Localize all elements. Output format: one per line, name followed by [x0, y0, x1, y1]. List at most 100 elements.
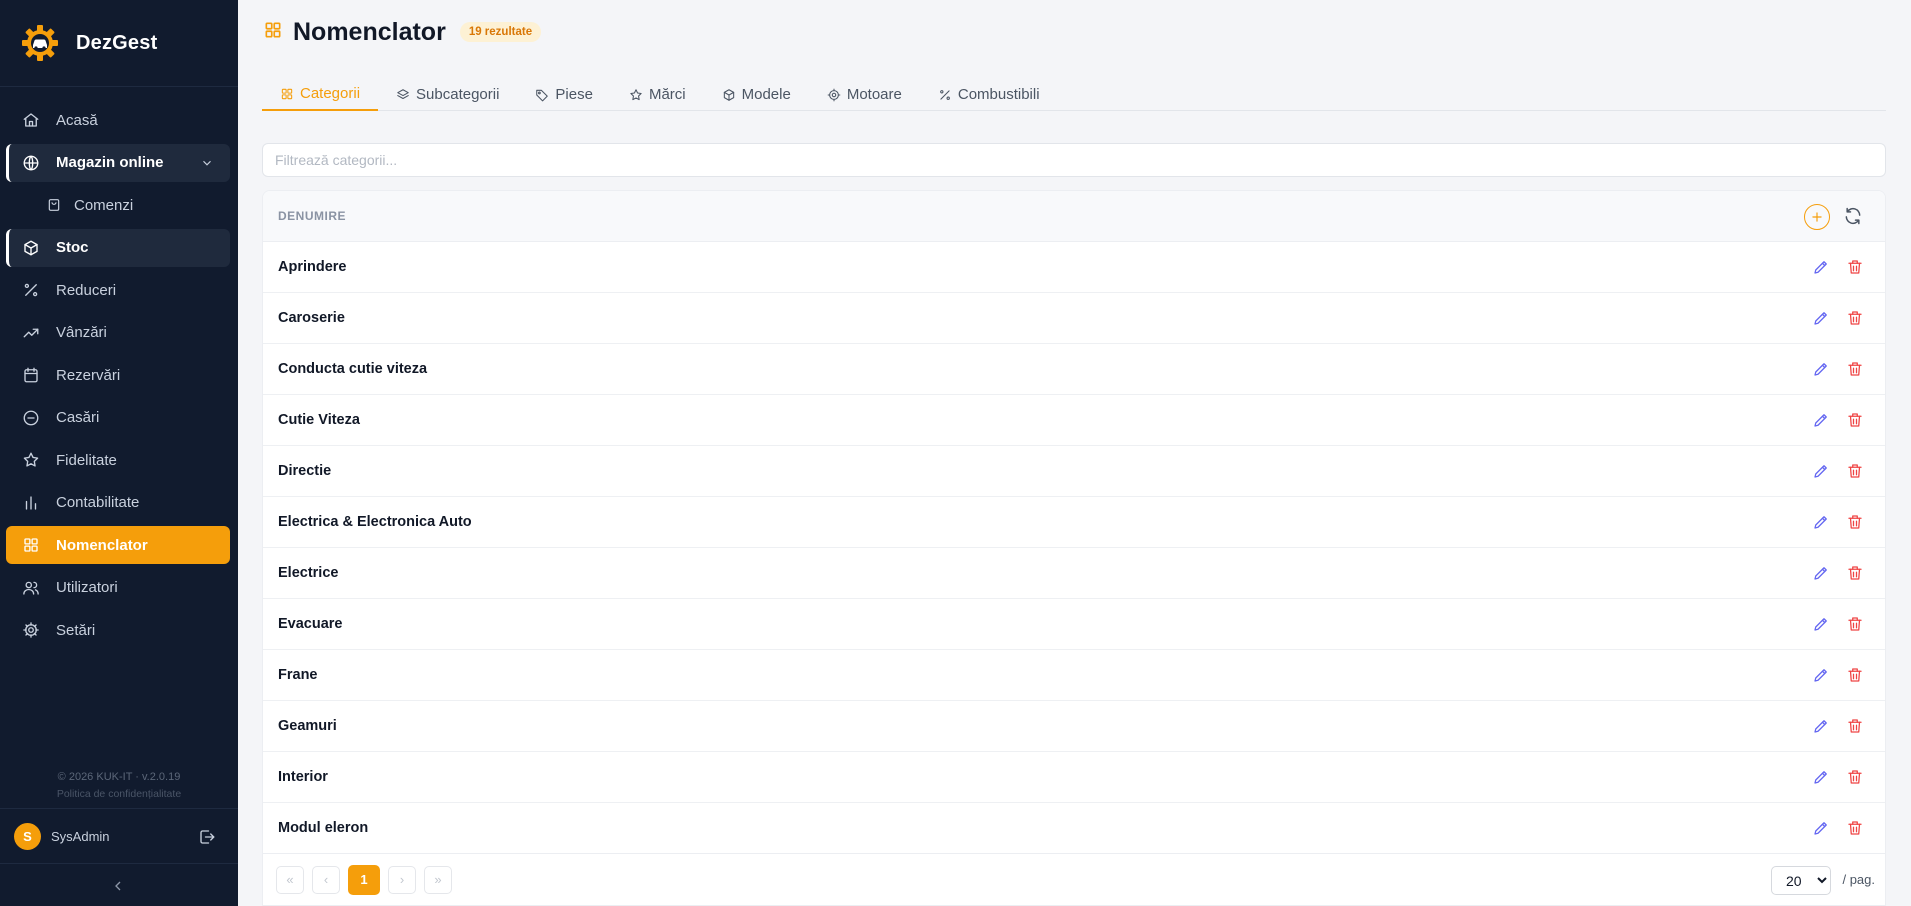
tab-subcategorii[interactable]: Subcategorii: [378, 78, 517, 111]
first-page-button[interactable]: «: [276, 865, 304, 894]
star-icon: [22, 451, 40, 469]
table-row[interactable]: Electrica & Electronica Auto: [263, 497, 1885, 548]
delete-trash-icon[interactable]: [1846, 768, 1864, 786]
next-page-button[interactable]: ›: [388, 865, 416, 894]
tab-motoare[interactable]: Motoare: [809, 78, 920, 111]
add-button[interactable]: [1804, 204, 1830, 230]
tab-label: Categorii: [300, 85, 361, 102]
privacy-link[interactable]: Politica de confidențialitate: [0, 786, 238, 803]
sidebar-item-casari[interactable]: Casări: [6, 399, 230, 437]
table-row[interactable]: Caroserie: [263, 293, 1885, 344]
sidebar-item-label: Reduceri: [56, 281, 117, 299]
per-page-select[interactable]: 20: [1771, 866, 1831, 895]
users-icon: [22, 579, 40, 597]
edit-pencil-icon[interactable]: [1812, 309, 1830, 327]
tab-combustibili[interactable]: Combustibili: [920, 78, 1058, 111]
table-row[interactable]: Evacuare: [263, 599, 1885, 650]
sidebar-subitem-comenzi[interactable]: Comenzi: [6, 186, 230, 224]
box-icon: [22, 239, 40, 257]
edit-pencil-icon[interactable]: [1812, 615, 1830, 633]
tab-label: Modele: [741, 86, 791, 103]
tab-marci[interactable]: Mărci: [611, 78, 704, 111]
user-name: SysAdmin: [51, 828, 110, 844]
delete-trash-icon[interactable]: [1846, 462, 1864, 480]
collapse-sidebar-chevron-left-icon[interactable]: [110, 878, 126, 894]
sidebar-item-contabilitate[interactable]: Contabilitate: [6, 484, 230, 522]
tab-bar: Categorii Subcategorii Piese Mărci Model…: [262, 78, 1886, 111]
table-row[interactable]: Geamuri: [263, 701, 1885, 752]
edit-pencil-icon[interactable]: [1812, 768, 1830, 786]
edit-pencil-icon[interactable]: [1812, 819, 1830, 837]
sidebar-item-setari[interactable]: Setări: [6, 611, 230, 649]
sidebar-item-magazin-online[interactable]: Magazin online: [6, 143, 230, 182]
filter-input[interactable]: [262, 143, 1886, 177]
delete-trash-icon[interactable]: [1846, 615, 1864, 633]
percent-icon: [938, 88, 952, 102]
last-page-button[interactable]: »: [424, 865, 452, 894]
sidebar-item-label: Nomenclator: [56, 536, 148, 554]
table-row[interactable]: Conducta cutie viteza: [263, 344, 1885, 395]
box-icon: [722, 88, 736, 102]
edit-pencil-icon[interactable]: [1812, 462, 1830, 480]
tab-label: Subcategorii: [416, 86, 500, 103]
edit-pencil-icon[interactable]: [1812, 360, 1830, 378]
table-row[interactable]: Cutie Viteza: [263, 395, 1885, 446]
edit-pencil-icon[interactable]: [1812, 258, 1830, 276]
row-name: Cutie Viteza: [278, 412, 360, 428]
table-row[interactable]: Frane: [263, 650, 1885, 701]
table-row[interactable]: Directie: [263, 446, 1885, 497]
gear-icon: [827, 88, 841, 102]
edit-pencil-icon[interactable]: [1812, 717, 1830, 735]
row-name: Electrice: [278, 565, 339, 581]
delete-trash-icon[interactable]: [1846, 717, 1864, 735]
delete-trash-icon[interactable]: [1846, 360, 1864, 378]
grid-icon: [280, 87, 294, 101]
sidebar-item-acasa[interactable]: Acasă: [6, 101, 230, 139]
gear-icon: [22, 621, 40, 639]
edit-pencil-icon[interactable]: [1812, 411, 1830, 429]
user-profile: S SysAdmin: [0, 808, 238, 864]
tab-categorii[interactable]: Categorii: [262, 78, 379, 111]
delete-trash-icon[interactable]: [1846, 309, 1864, 327]
delete-trash-icon[interactable]: [1846, 819, 1864, 837]
table-row[interactable]: Electrice: [263, 548, 1885, 599]
row-name: Frane: [278, 667, 318, 683]
chevron-down-icon[interactable]: [200, 156, 214, 170]
sidebar-item-label: Fidelitate: [56, 451, 117, 469]
table-row[interactable]: Aprindere: [263, 242, 1885, 293]
delete-trash-icon[interactable]: [1846, 666, 1864, 684]
delete-trash-icon[interactable]: [1846, 513, 1864, 531]
sidebar-item-vanzari[interactable]: Vânzări: [6, 314, 230, 352]
row-name: Evacuare: [278, 616, 343, 632]
pagination: « ‹ 1 › » 20 / pag.: [263, 853, 1885, 905]
delete-trash-icon[interactable]: [1846, 258, 1864, 276]
tab-modele[interactable]: Modele: [704, 78, 809, 111]
sidebar-item-label: Vânzări: [56, 324, 107, 341]
sidebar-item-utilizatori[interactable]: Utilizatori: [6, 569, 230, 607]
edit-pencil-icon[interactable]: [1812, 666, 1830, 684]
delete-trash-icon[interactable]: [1846, 564, 1864, 582]
logout-icon[interactable]: [198, 828, 216, 846]
table-row[interactable]: Modul eleron: [263, 803, 1885, 854]
sidebar-item-rezervari[interactable]: Rezervări: [6, 356, 230, 394]
table-body: Aprindere Caroserie Conducta cutie viteza C…: [263, 242, 1885, 854]
brand[interactable]: DezGest: [0, 0, 238, 87]
sidebar-item-nomenclator[interactable]: Nomenclator: [6, 526, 230, 564]
refresh-icon[interactable]: [1843, 206, 1863, 226]
avatar[interactable]: S: [14, 822, 41, 850]
edit-pencil-icon[interactable]: [1812, 513, 1830, 531]
sidebar-item-reduceri[interactable]: Reduceri: [6, 271, 230, 309]
delete-trash-icon[interactable]: [1846, 411, 1864, 429]
results-count-badge: 19 rezultate: [459, 22, 542, 42]
sidebar-item-fidelitate[interactable]: Fidelitate: [6, 441, 230, 479]
sidebar-item-stoc[interactable]: Stoc: [6, 228, 230, 267]
sidebar-item-label: Stoc: [56, 239, 89, 256]
edit-pencil-icon[interactable]: [1812, 564, 1830, 582]
globe-icon: [22, 154, 40, 172]
tab-piese[interactable]: Piese: [517, 78, 611, 111]
prev-page-button[interactable]: ‹: [312, 865, 340, 894]
page-button-current[interactable]: 1: [348, 864, 380, 895]
table-row[interactable]: Interior: [263, 752, 1885, 803]
star-icon: [629, 88, 643, 102]
sidebar-item-label: Magazin online: [56, 154, 164, 171]
